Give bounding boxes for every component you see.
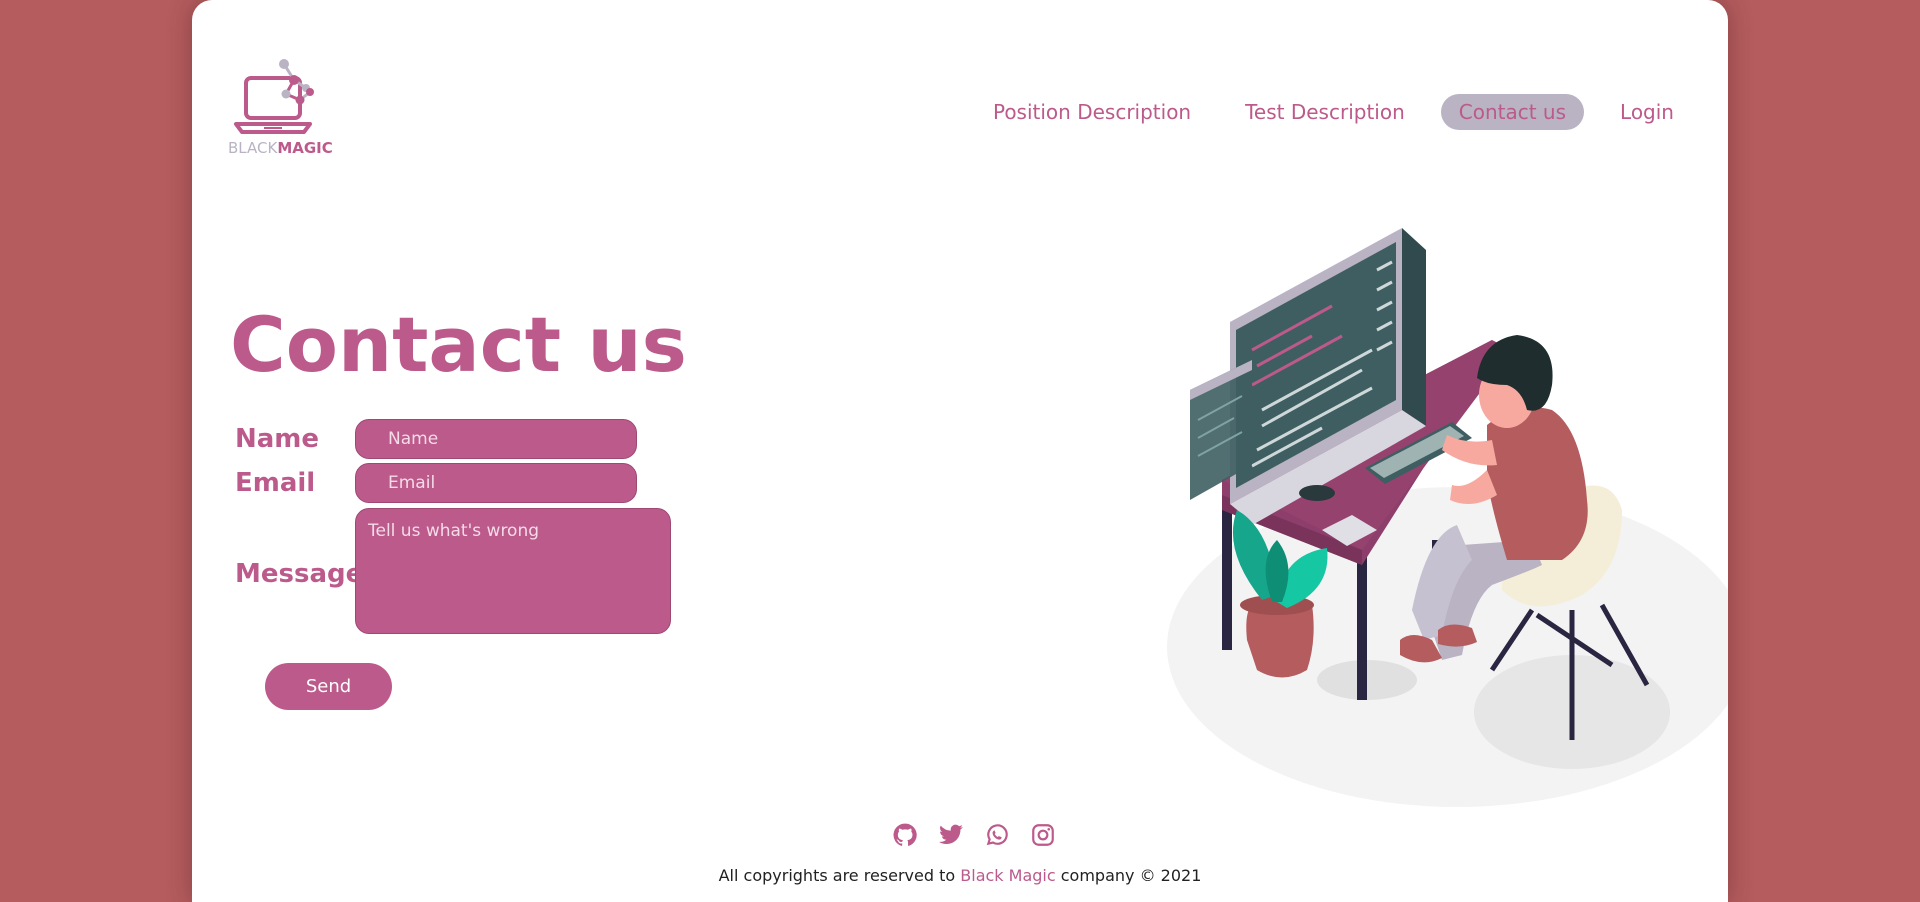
instagram-icon[interactable]: [1030, 822, 1056, 848]
logo-text-light: BLACK: [228, 139, 278, 157]
nav-contact-us[interactable]: Contact us: [1440, 94, 1585, 130]
social-links: [892, 822, 1056, 848]
brand-link[interactable]: Black Magic: [960, 866, 1055, 885]
send-button[interactable]: Send: [265, 663, 392, 710]
top-nav: Position Description Test Description Co…: [975, 94, 1692, 130]
main-card: BLACKMAGIC Position Description Test Des…: [192, 0, 1728, 902]
github-icon[interactable]: [892, 822, 918, 848]
nav-position-description[interactable]: Position Description: [975, 94, 1209, 130]
copyright-footer: All copyrights are reserved to Black Mag…: [192, 866, 1728, 885]
page-title: Contact us: [230, 300, 687, 389]
message-label: Message: [235, 559, 364, 589]
twitter-icon[interactable]: [938, 822, 964, 848]
email-label: Email: [235, 468, 316, 498]
copyright-prefix: All copyrights are reserved to: [718, 866, 956, 885]
nav-test-description[interactable]: Test Description: [1227, 94, 1423, 130]
message-textarea[interactable]: Tell us what's wrong: [355, 508, 671, 634]
developer-at-desk-illustration: [1167, 228, 1728, 807]
name-input[interactable]: Name: [355, 419, 637, 459]
email-input[interactable]: Email: [355, 463, 637, 503]
logo-text-bold: MAGIC: [277, 139, 333, 157]
name-label: Name: [235, 424, 320, 454]
nav-login[interactable]: Login: [1602, 94, 1692, 130]
copyright-suffix: company © 2021: [1060, 866, 1202, 885]
logo-wordmark: BLACKMAGIC: [228, 139, 333, 157]
whatsapp-icon[interactable]: [984, 822, 1010, 848]
